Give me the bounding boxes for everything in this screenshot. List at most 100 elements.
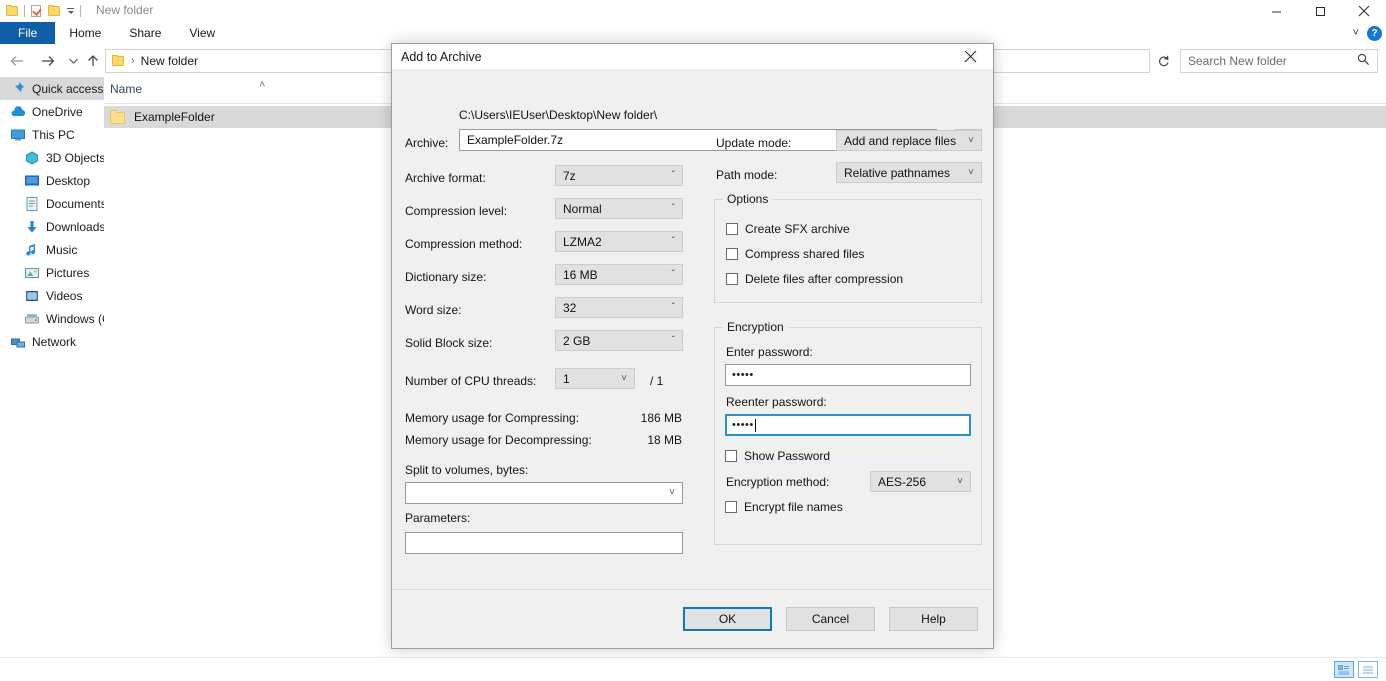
split-volumes-combo[interactable]: ˅ — [405, 482, 683, 504]
left-field-combo[interactable]: LZMA2 ˇ — [555, 231, 683, 252]
search-input[interactable]: Search New folder — [1180, 49, 1378, 73]
network-icon — [10, 334, 26, 350]
refresh-icon[interactable] — [1153, 50, 1173, 72]
left-field-value: 16 MB — [563, 267, 598, 282]
update-mode-value: Add and replace files — [844, 133, 957, 148]
reenter-password-value: ••••• — [732, 419, 754, 431]
tab-share[interactable]: Share — [115, 22, 175, 44]
chevron-down-icon: ˅ — [968, 134, 974, 146]
cancel-button[interactable]: Cancel — [786, 607, 875, 631]
customize-caret-icon[interactable] — [66, 7, 75, 16]
column-header-name[interactable]: Name — [110, 82, 142, 96]
parameters-input[interactable] — [405, 532, 683, 554]
checkbox-box — [726, 273, 738, 285]
video-icon — [24, 288, 40, 304]
tab-file[interactable]: File — [0, 22, 56, 44]
sidebar-item-pictures[interactable]: Pictures — [0, 261, 104, 284]
close-icon[interactable] — [1342, 0, 1386, 22]
sidebar-item-this-pc[interactable]: This PC — [0, 123, 104, 146]
sidebar-item-network[interactable]: Network — [0, 330, 104, 353]
sidebar-item-label: Pictures — [46, 265, 90, 280]
sidebar-item-3d-objects[interactable]: 3D Objects — [0, 146, 104, 169]
minimize-icon[interactable] — [1254, 0, 1298, 22]
up-button[interactable] — [82, 50, 104, 72]
sort-ascending-icon: ˄ — [259, 79, 266, 91]
sidebar-item-label: Network — [32, 334, 77, 349]
sidebar-item-documents[interactable]: Documents — [0, 192, 104, 215]
large-icons-view-icon[interactable] — [1358, 661, 1378, 678]
chevron-down-icon[interactable]: ˅ — [1353, 27, 1359, 39]
left-field-combo[interactable]: 16 MB ˇ — [555, 264, 683, 285]
new-folder-icon[interactable] — [48, 5, 61, 17]
left-field-combo[interactable]: 7z ˇ — [555, 165, 683, 186]
ribbon-tab-bar: File Home Share View — [0, 22, 1386, 44]
path-mode-combo[interactable]: Relative pathnames ˅ — [836, 162, 982, 183]
checkbox-box — [726, 248, 738, 260]
help-button[interactable]: Help — [889, 607, 978, 631]
drive-icon — [24, 311, 40, 327]
help-icon[interactable]: ? — [1367, 25, 1382, 41]
checkbox-box — [725, 450, 737, 462]
show-password-checkbox[interactable]: Show Password — [725, 449, 830, 463]
properties-icon[interactable] — [30, 4, 43, 18]
sidebar-item-onedrive[interactable]: OneDrive — [0, 100, 104, 123]
explorer-title-bar: New folder — [0, 0, 1386, 22]
file-name: ExampleFolder — [134, 110, 215, 124]
download-icon — [24, 219, 40, 235]
tab-home[interactable]: Home — [55, 22, 115, 44]
sidebar-item-music[interactable]: Music — [0, 238, 104, 261]
left-field-combo[interactable]: 32 ˇ — [555, 297, 683, 318]
dialog-footer: OK Cancel Help — [392, 589, 993, 648]
breadcrumb-path[interactable]: New folder — [141, 54, 198, 68]
dialog-title: Add to Archive — [401, 50, 482, 64]
sidebar-item-label: Quick access — [32, 81, 104, 96]
sidebar-item-quick-access[interactable]: Quick access — [0, 77, 104, 100]
folder-icon[interactable] — [6, 5, 19, 17]
left-field-combo[interactable]: Normal ˇ — [555, 198, 683, 219]
cpu-threads-combo[interactable]: 1 ˅ — [555, 368, 635, 389]
sidebar-item-videos[interactable]: Videos — [0, 284, 104, 307]
encryption-legend: Encryption — [723, 320, 788, 334]
forward-button[interactable] — [36, 50, 58, 72]
encrypt-file-names-checkbox[interactable]: Encrypt file names — [725, 500, 843, 514]
details-view-icon[interactable] — [1334, 661, 1354, 678]
dialog-body: Archive: C:\Users\IEUser\Desktop\New fol… — [392, 69, 993, 624]
toolbar-separator — [24, 5, 25, 17]
tab-view[interactable]: View — [175, 22, 229, 44]
left-field-combo[interactable]: 2 GB ˇ — [555, 330, 683, 351]
sidebar-item-windows-c[interactable]: Windows (C:) — [0, 307, 104, 330]
sidebar-item-desktop[interactable]: Desktop — [0, 169, 104, 192]
sidebar-item-label: This PC — [32, 127, 75, 142]
back-button[interactable] — [6, 50, 28, 72]
left-field-label: Word size: — [405, 303, 462, 317]
quick-access-toolbar — [6, 2, 81, 20]
create-sfx-checkbox[interactable]: Create SFX archive — [726, 222, 850, 236]
left-field-value: LZMA2 — [563, 234, 602, 249]
search-placeholder: Search New folder — [1188, 54, 1287, 68]
encryption-method-label: Encryption method: — [726, 475, 830, 489]
encryption-group: Encryption Enter password: ••••• Reenter… — [714, 320, 982, 545]
split-volumes-label: Split to volumes, bytes: — [405, 463, 529, 477]
archive-path: C:\Users\IEUser\Desktop\New folder\ — [459, 108, 658, 122]
chevron-down-icon: ˇ — [671, 169, 675, 181]
sidebar-item-label: Documents — [46, 196, 104, 211]
toolbar-separator — [80, 5, 81, 17]
ok-button[interactable]: OK — [683, 607, 772, 631]
close-icon[interactable] — [948, 44, 993, 69]
enter-password-value: ••••• — [732, 369, 754, 381]
compress-shared-label: Compress shared files — [745, 247, 865, 261]
left-field-label: Compression level: — [405, 204, 508, 218]
enter-password-input[interactable]: ••••• — [725, 364, 971, 386]
recent-locations-chevron-icon[interactable] — [62, 50, 84, 72]
cpu-threads-total: / 1 — [650, 374, 664, 388]
maximize-icon[interactable] — [1298, 0, 1342, 22]
delete-after-compression-checkbox[interactable]: Delete files after compression — [726, 272, 903, 286]
encryption-method-combo[interactable]: AES-256 ˅ — [870, 471, 971, 492]
update-mode-combo[interactable]: Add and replace files ˅ — [836, 130, 982, 151]
sidebar-item-downloads[interactable]: Downloads — [0, 215, 104, 238]
sidebar-item-label: 3D Objects — [46, 150, 104, 165]
compress-shared-checkbox[interactable]: Compress shared files — [726, 247, 864, 261]
reenter-password-input[interactable]: ••••• — [725, 414, 971, 436]
sidebar-item-label: Desktop — [46, 173, 91, 188]
update-mode-label: Update mode: — [716, 136, 792, 150]
